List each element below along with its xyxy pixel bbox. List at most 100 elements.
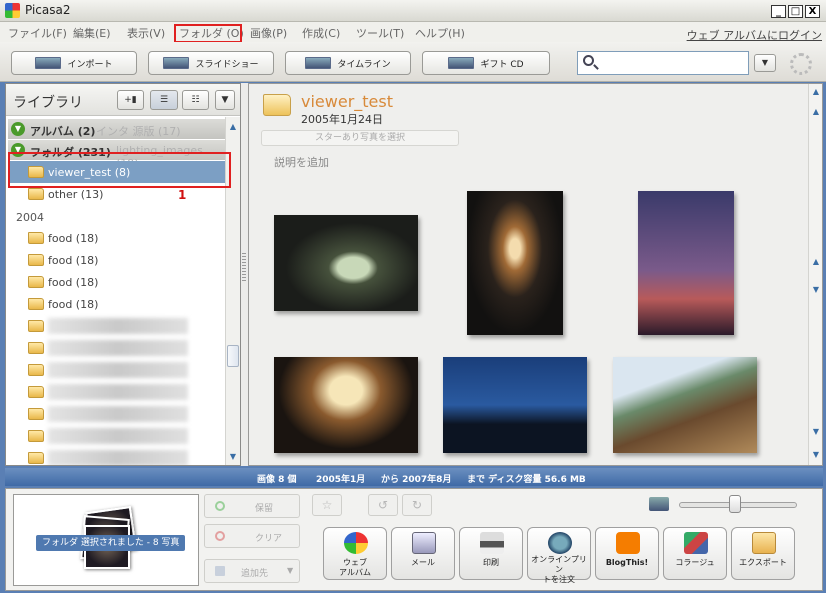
camera-icon [35,57,62,69]
gift-cd-button[interactable]: ギフト CD [422,51,550,75]
collage-button[interactable]: コラージュ [663,527,727,580]
menu-picture[interactable]: 画像(P) [250,25,287,41]
menu-tools[interactable]: ツール(T) [356,25,404,41]
blurred-label [48,384,188,400]
folder-item-blurred[interactable] [8,381,226,403]
menu-bar: ファイル(F) 編集(E) 表示(V) フォルダ (O) 画像(P) 作成(C)… [0,22,826,42]
folder-label: other (13) [48,188,104,201]
export-button[interactable]: エクスポート [731,527,795,580]
minimize-button[interactable]: _ [771,5,786,18]
folder-item-food[interactable]: food (18) [8,293,226,315]
albums-group-label: アルバム (2) [30,125,96,138]
search-options-dropdown[interactable]: ▼ [754,54,776,72]
menu-file[interactable]: ファイル(F) [8,25,67,41]
library-menu-button[interactable]: ▼ [215,90,235,110]
zoom-slider-thumb[interactable] [729,495,741,513]
album-description-input[interactable]: 説明を追加 [274,154,329,170]
library-scroll-thumb[interactable] [227,345,239,367]
loading-spinner-icon [790,53,812,75]
scroll-up-icon[interactable]: ▲ [227,121,239,133]
library-title: ライブラリ [13,95,83,111]
photo-thumbnail[interactable] [467,191,563,335]
library-panel: ライブラリ +▮ ☰ ☷ ▼ ▼ アルバム (2) インタ 源版 (17) ▼ … [5,83,241,466]
album-folder-icon [263,94,291,116]
folder-item-food[interactable]: food (18) [8,271,226,293]
menu-view[interactable]: 表示(V) [127,25,165,41]
email-button[interactable]: メール [391,527,455,580]
import-label: インポート [67,59,113,70]
rotate-right-button[interactable]: ↻ [402,494,432,516]
slideshow-icon [163,57,190,69]
timeline-button[interactable]: タイムライン [285,51,411,75]
album-date: 2005年1月24日 [301,113,383,126]
print-button[interactable]: 印刷 [459,527,523,580]
photo-thumbnail[interactable] [274,215,418,311]
folder-item-food[interactable]: food (18) [8,227,226,249]
tray-preview: フォルダ 選択されました - 8 写真 [13,494,199,586]
clear-button[interactable]: クリア [204,524,300,548]
blurred-label [48,362,188,378]
web-album-icon [344,532,368,554]
photo-thumbnail[interactable] [274,357,418,453]
scroll-top-icon[interactable]: ▲ [810,86,822,98]
hold-button[interactable]: 保留 [204,494,300,518]
blurred-label [48,318,188,334]
scroll-up-icon[interactable]: ▲ [810,256,822,268]
star-button[interactable]: ☆ [312,494,342,516]
search-input[interactable] [577,51,749,75]
import-button[interactable]: インポート [11,51,137,75]
list-view-button[interactable]: ☰ [150,90,178,110]
menu-edit[interactable]: 編集(E) [73,25,111,41]
folder-item-blurred[interactable] [8,403,226,425]
folder-item-blurred[interactable] [8,425,226,447]
hold-icon [215,501,225,511]
panel-splitter[interactable] [241,83,248,466]
folder-icon [28,276,44,288]
search-icon [583,55,594,66]
add-to-dropdown[interactable]: 追加先 ▼ [204,559,300,583]
web-album-login-link[interactable]: ウェブ アルバムにログイン [687,27,822,43]
blogthis-button[interactable]: BlogThis! [595,527,659,580]
order-prints-button[interactable]: オンラインプリン トを注文 [527,527,591,584]
albums-group-ghost-text: インタ 源版 (17) [96,125,181,138]
annotation-marker-1: 1 [178,188,187,202]
folder-item-blurred[interactable] [8,447,226,465]
web-album-button[interactable]: ウェブ アルバム [323,527,387,580]
library-header: ライブラリ +▮ ☰ ☷ ▼ [6,84,240,116]
album-title[interactable]: viewer_test [301,92,393,111]
export-label: エクスポート [739,558,787,567]
albums-group-header[interactable]: ▼ アルバム (2) インタ 源版 (17) [8,119,226,139]
collage-label: コラージュ [675,558,715,567]
folder-item-blurred[interactable] [8,315,226,337]
photo-thumbnail[interactable] [613,357,757,453]
hold-label: 保留 [255,504,274,514]
scroll-down-icon[interactable]: ▼ [810,284,822,296]
scroll-bottom-icon[interactable]: ▼ [810,449,822,461]
photo-thumbnail[interactable] [638,191,734,335]
add-to-label: 追加先 [241,569,269,579]
album-scrollbar[interactable]: ▲ ▲ ▲ ▼ ▼ ▼ [808,84,822,465]
photo-thumbnail[interactable] [443,357,587,453]
scroll-up-icon[interactable]: ▲ [810,106,822,118]
close-button[interactable]: X [805,5,820,18]
folder-item-blurred[interactable] [8,337,226,359]
tree-view-button[interactable]: ☷ [182,90,209,110]
select-starred-button[interactable]: スターあり写真を選択 [261,130,459,146]
globe-icon [548,532,572,554]
slideshow-button[interactable]: スライドショー [148,51,274,75]
folder-item-food[interactable]: food (18) [8,249,226,271]
photo-tray: フォルダ 選択されました - 8 写真 保留 クリア 追加先 ▼ ☆ ↺ ↻ ウ… [5,488,823,591]
maximize-button[interactable]: □ [788,5,803,18]
scroll-down-icon[interactable]: ▼ [227,451,239,463]
menu-create[interactable]: 作成(C) [302,25,340,41]
folder-item-blurred[interactable] [8,359,226,381]
folder-label: food (18) [48,254,99,267]
blurred-label [48,340,188,356]
folder-icon [28,188,44,200]
rotate-left-button[interactable]: ↺ [368,494,398,516]
add-album-button[interactable]: +▮ [117,90,144,110]
folder-icon [28,364,44,376]
printer-icon [480,532,504,554]
scroll-down-icon[interactable]: ▼ [810,426,822,438]
menu-help[interactable]: ヘルプ(H) [415,25,465,41]
